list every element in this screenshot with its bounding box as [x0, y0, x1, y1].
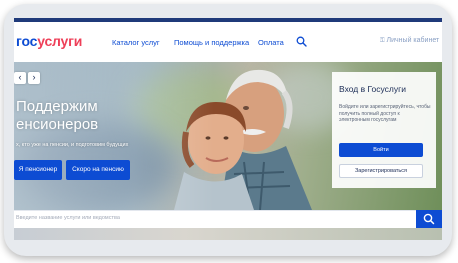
- register-button[interactable]: Зарегистрироваться: [339, 164, 423, 178]
- pensioner-button[interactable]: Я пенсионер: [14, 160, 62, 180]
- login-panel-title: Вход в Госуслуги: [339, 84, 406, 94]
- key-icon: ⚿: [380, 38, 385, 44]
- search-icon[interactable]: [296, 36, 307, 47]
- carousel-prev-button[interactable]: ‹: [14, 72, 26, 84]
- login-panel-description: Войдите или зарегистрируйтесь, чтобы пол…: [339, 104, 431, 123]
- hero-title-line1: Поддержим: [16, 98, 98, 115]
- personal-account-label: Личный кабинет: [386, 37, 440, 44]
- service-search-input[interactable]: Введите название услуги или ведомства: [14, 210, 416, 227]
- hero-title-line2: енсионеров: [16, 116, 99, 133]
- soon-retirement-button[interactable]: Скоро на пенсию: [66, 160, 130, 180]
- search-placeholder: Введите название услуги или ведомства: [16, 215, 120, 221]
- chevron-right-icon: ›: [32, 72, 36, 82]
- nav-catalog[interactable]: Каталог услуг: [112, 38, 160, 47]
- gosuslugi-logo[interactable]: госуслуги: [16, 33, 82, 49]
- logo-part-gos: гос: [16, 33, 38, 49]
- nav-payment[interactable]: Оплата: [258, 38, 284, 47]
- site-header: госуслуги Каталог услуг Помощь и поддерж…: [14, 22, 442, 62]
- page-content-below: [14, 228, 442, 240]
- hero-text-overlay: [14, 62, 214, 210]
- hero-title: Поддержим енсионеров: [16, 98, 98, 134]
- browser-screen: госуслуги Каталог услуг Помощь и поддерж…: [14, 18, 442, 240]
- search-submit-button[interactable]: [416, 210, 442, 228]
- login-button[interactable]: Войти: [339, 143, 423, 157]
- personal-account-link[interactable]: ⚿ Личный кабинет: [380, 37, 439, 45]
- search-submit-icon: [423, 213, 435, 225]
- chevron-left-icon: ‹: [18, 72, 22, 82]
- login-panel: Вход в Госуслуги Войдите или зарегистрир…: [332, 72, 436, 188]
- carousel-next-button[interactable]: ›: [28, 72, 40, 84]
- hero-subtitle: х, кто уже на пенсии, и подготовим будущ…: [16, 142, 129, 148]
- hero-banner: ‹ › Поддержим енсионеров х, кто уже на п…: [14, 62, 442, 210]
- logo-part-uslugi: услуги: [37, 33, 83, 49]
- nav-help[interactable]: Помощь и поддержка: [174, 38, 249, 47]
